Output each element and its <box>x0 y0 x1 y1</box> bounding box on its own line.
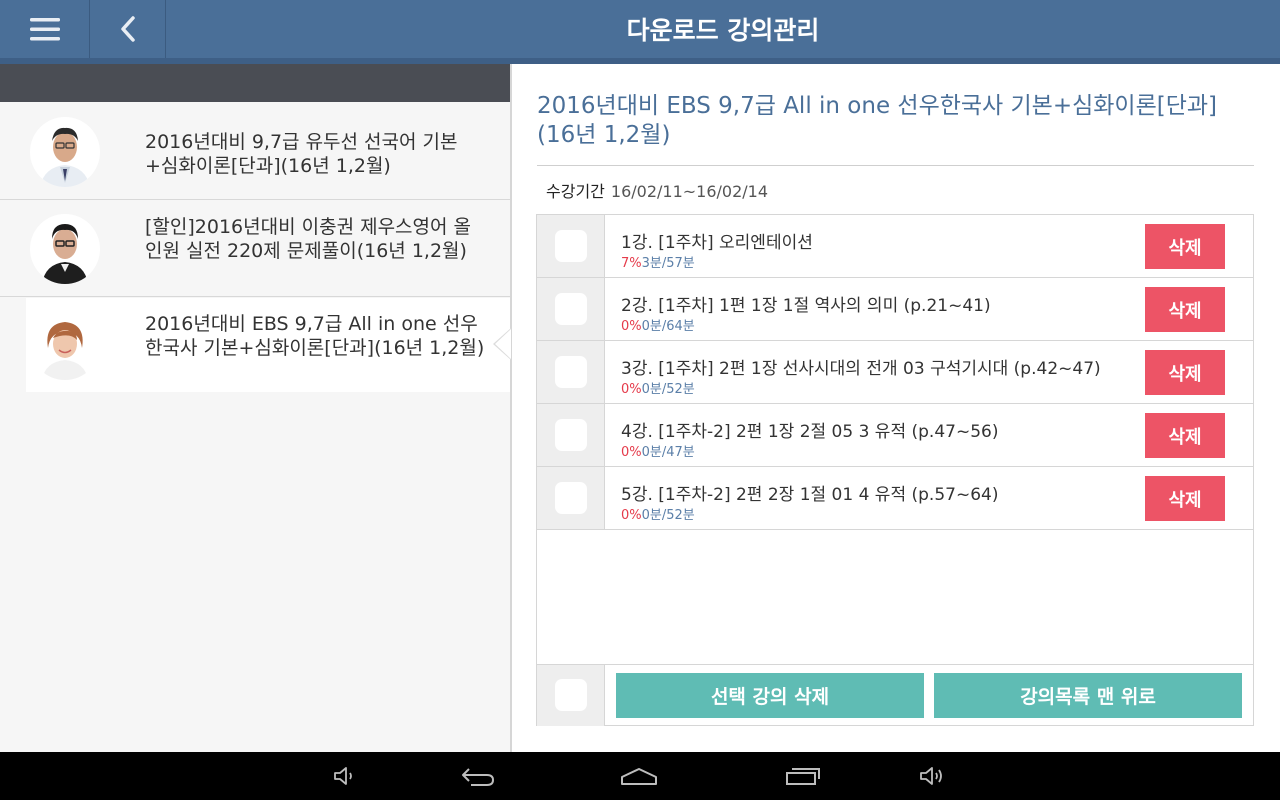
lecture-row: 1강. [1주차] 오리엔테이션 7%3분/57분 삭제 <box>537 215 1253 278</box>
lecture-progress: 0%0분/52분 <box>621 504 695 523</box>
app-header: 다운로드 강의관리 <box>0 0 1280 58</box>
lecture-row: 4강. [1주차-2] 2편 1장 2절 05 3 유적 (p.47~56) 0… <box>537 404 1253 467</box>
menu-button[interactable] <box>0 0 90 58</box>
detail-course-title: 2016년대비 EBS 9,7급 All in one 선우한국사 기본+심화이… <box>537 93 1218 148</box>
home-icon[interactable] <box>619 762 659 790</box>
lecture-row: 2강. [1주차] 1편 1장 1절 역사의 의미 (p.21~41) 0%0분… <box>537 278 1253 341</box>
volume-up-icon[interactable] <box>917 762 947 790</box>
lecture-row: 3강. [1주차] 2편 1장 선사시대의 전개 03 구석기시대 (p.42~… <box>537 341 1253 404</box>
lecture-progress: 0%0분/52분 <box>621 378 695 397</box>
delete-button[interactable]: 삭제 <box>1145 350 1225 395</box>
delete-selected-button[interactable]: 선택 강의 삭제 <box>616 673 924 718</box>
volume-down-icon[interactable] <box>330 762 360 790</box>
delete-button[interactable]: 삭제 <box>1145 224 1225 269</box>
delete-button[interactable]: 삭제 <box>1145 413 1225 458</box>
watch-time: 0분/52분 <box>641 382 695 397</box>
lecture-checkbox[interactable] <box>555 356 587 388</box>
instructor-avatar <box>30 117 100 187</box>
course-item[interactable]: [할인]2016년대비 이충권 제우스영어 올인원 실전 220제 문제풀이(1… <box>0 201 510 297</box>
lecture-table-footer: 선택 강의 삭제 강의목록 맨 위로 <box>537 664 1253 726</box>
course-item[interactable]: 2016년대비 9,7급 유두선 선국어 기본+심화이론[단과](16년 1,2… <box>0 103 510 200</box>
course-list-topbar <box>0 64 510 102</box>
watch-time: 0분/64분 <box>641 319 695 334</box>
lecture-title: 1강. [1주차] 오리엔테이션 <box>621 233 813 253</box>
lecture-progress: 0%0분/47분 <box>621 441 695 460</box>
lecture-title: 3강. [1주차] 2편 1장 선사시대의 전개 03 구석기시대 (p.42~… <box>621 359 1101 379</box>
instructor-avatar <box>30 214 100 284</box>
select-all-cell <box>537 665 605 726</box>
course-list-panel: 2016년대비 9,7급 유두선 선국어 기본+심화이론[단과](16년 1,2… <box>0 64 510 752</box>
lecture-title: 4강. [1주차-2] 2편 1장 2절 05 3 유적 (p.47~56) <box>621 422 999 442</box>
study-period-value: 16/02/11~16/02/14 <box>610 182 769 201</box>
row-check-cell <box>537 278 605 340</box>
lecture-row: 5강. [1주차-2] 2편 2장 1절 01 4 유적 (p.57~64) 0… <box>537 467 1253 530</box>
lecture-checkbox[interactable] <box>555 230 587 262</box>
study-period-label: 수강기간 <box>546 182 605 201</box>
course-detail-panel: 2016년대비 EBS 9,7급 All in one 선우한국사 기본+심화이… <box>512 64 1280 752</box>
progress-percent: 0% <box>621 508 642 523</box>
course-item-selected[interactable]: 2016년대비 EBS 9,7급 All in one 선우한국사 기본+심화이… <box>26 298 510 392</box>
instructor-avatar <box>30 310 100 380</box>
row-check-cell <box>537 404 605 466</box>
delete-button[interactable]: 삭제 <box>1145 287 1225 332</box>
select-all-checkbox[interactable] <box>555 679 587 711</box>
back-button[interactable] <box>91 0 166 58</box>
lecture-checkbox[interactable] <box>555 482 587 514</box>
row-check-cell <box>537 215 605 277</box>
course-title: 2016년대비 EBS 9,7급 All in one 선우한국사 기본+심화이… <box>145 313 485 359</box>
lecture-progress: 0%0분/64분 <box>621 315 695 334</box>
lecture-table: 1강. [1주차] 오리엔테이션 7%3분/57분 삭제 2강. [1주차] 1… <box>536 214 1254 726</box>
study-period: 수강기간 16/02/11~16/02/14 <box>546 178 768 202</box>
progress-percent: 7% <box>621 256 642 271</box>
lecture-checkbox[interactable] <box>555 293 587 325</box>
delete-button[interactable]: 삭제 <box>1145 476 1225 521</box>
chevron-left-icon <box>121 16 135 42</box>
lecture-progress: 7%3분/57분 <box>621 252 695 271</box>
watch-time: 3분/57분 <box>641 256 695 271</box>
progress-percent: 0% <box>621 445 642 460</box>
detail-divider <box>537 165 1254 166</box>
row-check-cell <box>537 341 605 403</box>
course-title: [할인]2016년대비 이충권 제우스영어 올인원 실전 220제 문제풀이(1… <box>145 216 472 262</box>
watch-time: 0분/47분 <box>641 445 695 460</box>
lecture-checkbox[interactable] <box>555 419 587 451</box>
system-nav-bar <box>0 752 1280 800</box>
watch-time: 0분/52분 <box>641 508 695 523</box>
row-check-cell <box>537 467 605 529</box>
back-icon[interactable] <box>458 762 498 790</box>
hamburger-menu-icon <box>29 18 60 41</box>
course-title: 2016년대비 9,7급 유두선 선국어 기본+심화이론[단과](16년 1,2… <box>145 131 458 177</box>
progress-percent: 0% <box>621 382 642 397</box>
recent-apps-icon[interactable] <box>783 762 823 790</box>
progress-percent: 0% <box>621 319 642 334</box>
page-title: 다운로드 강의관리 <box>626 16 820 45</box>
scroll-to-top-button[interactable]: 강의목록 맨 위로 <box>934 673 1242 718</box>
lecture-title: 5강. [1주차-2] 2편 2장 1절 01 4 유적 (p.57~64) <box>621 485 999 505</box>
selection-pointer-fill <box>495 329 511 359</box>
lecture-title: 2강. [1주차] 1편 1장 1절 역사의 의미 (p.21~41) <box>621 296 991 316</box>
